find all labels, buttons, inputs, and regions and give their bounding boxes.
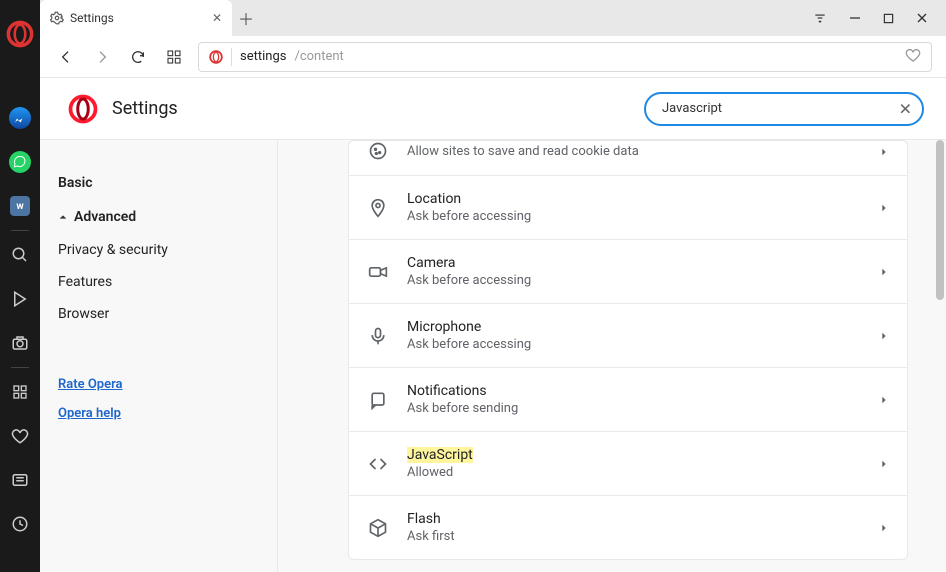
url-subpath: /content [294,49,343,64]
grid-icon[interactable] [0,370,40,414]
row-title: Microphone [407,319,531,335]
row-title: Camera [407,255,531,271]
notifications-icon [367,390,389,410]
address-bar[interactable]: settings/content [198,42,932,72]
row-title: Flash [407,511,455,527]
opera-logo-icon [68,94,98,124]
rail-divider [11,230,29,231]
rail-divider [11,367,29,368]
rate-opera-link[interactable]: Rate Opera [58,370,259,399]
browser-tab[interactable]: Settings ✕ [40,0,232,36]
settings-panel: Allow sites to save and read cookie data… [278,140,946,572]
video-camera-icon [367,262,389,282]
window-minimize-button[interactable] [849,12,861,24]
row-sub: Ask before sending [407,401,518,416]
row-title: Location [407,191,531,207]
play-icon[interactable] [0,277,40,321]
tab-title: Settings [70,11,114,25]
window-close-button[interactable] [916,12,928,24]
titlebar: Settings ✕ ＋ [40,0,946,36]
cookie-icon [367,141,389,161]
chevron-right-icon [879,198,889,217]
navigation-toolbar: settings/content [40,36,946,78]
reload-button[interactable] [126,45,150,69]
setting-row-camera[interactable]: Camera Ask before accessing [349,239,907,303]
sidebar-item-basic[interactable]: Basic [58,166,259,200]
tab-close-icon[interactable]: ✕ [212,11,222,25]
chevron-right-icon [879,390,889,409]
sidebar-advanced-label: Advanced [74,209,136,225]
microphone-icon [367,326,389,346]
speed-dial-button[interactable] [162,45,186,69]
row-sub: Allow sites to save and read cookie data [407,144,639,159]
setting-row-flash[interactable]: Flash Ask first [349,495,907,559]
heart-icon[interactable] [0,414,40,458]
content-settings-list: Allow sites to save and read cookie data… [348,140,908,560]
url-text: settings [240,49,286,64]
bookmark-heart-icon[interactable] [905,47,921,67]
scrollbar-thumb[interactable] [936,140,944,300]
camera-icon[interactable] [0,321,40,365]
settings-header: Settings ✕ [40,78,946,140]
menu-toggle-icon[interactable] [813,11,827,25]
gear-icon [50,11,64,25]
opera-icon [209,50,223,64]
row-sub: Allowed [407,465,473,480]
history-icon[interactable] [0,502,40,546]
window-maximize-button[interactable] [883,13,894,24]
news-icon[interactable] [0,458,40,502]
chevron-right-icon [879,518,889,537]
cube-icon [367,518,389,538]
search-icon[interactable] [0,233,40,277]
settings-search-input[interactable] [644,92,924,126]
chevron-right-icon [879,262,889,281]
row-title: JavaScript [407,447,473,463]
page-title: Settings [112,98,178,119]
whatsapp-icon[interactable] [0,140,40,184]
clear-search-icon[interactable]: ✕ [899,99,912,118]
row-title: Notifications [407,383,518,399]
row-sub: Ask before accessing [407,337,531,352]
sidebar-item-privacy[interactable]: Privacy & security [58,234,259,266]
content: Basic Advanced Privacy & security Featur… [40,140,946,572]
vk-icon[interactable]: w [0,184,40,228]
settings-sidebar: Basic Advanced Privacy & security Featur… [40,140,278,572]
code-icon [367,454,389,474]
app-left-rail: w [0,0,40,572]
setting-row-location[interactable]: Location Ask before accessing [349,175,907,239]
chevron-right-icon [879,454,889,473]
separator [231,48,232,66]
chevron-right-icon [879,142,889,161]
chevron-right-icon [879,326,889,345]
row-sub: Ask before accessing [407,209,531,224]
new-tab-button[interactable]: ＋ [232,0,260,36]
scrollbar[interactable] [934,140,946,400]
back-button[interactable] [54,45,78,69]
setting-row-microphone[interactable]: Microphone Ask before accessing [349,303,907,367]
setting-row-notifications[interactable]: Notifications Ask before sending [349,367,907,431]
messenger-icon[interactable] [0,96,40,140]
opera-help-link[interactable]: Opera help [58,399,259,428]
setting-row-javascript[interactable]: JavaScript Allowed [349,431,907,495]
sidebar-item-browser[interactable]: Browser [58,298,259,330]
sidebar-item-advanced[interactable]: Advanced [58,200,259,234]
row-sub: Ask before accessing [407,273,531,288]
setting-row-cookies[interactable]: Allow sites to save and read cookie data [349,141,907,175]
forward-button[interactable] [90,45,114,69]
row-sub: Ask first [407,529,455,544]
chevron-up-icon [58,212,68,222]
opera-menu-icon[interactable] [0,12,40,56]
location-icon [367,198,389,218]
sidebar-item-features[interactable]: Features [58,266,259,298]
